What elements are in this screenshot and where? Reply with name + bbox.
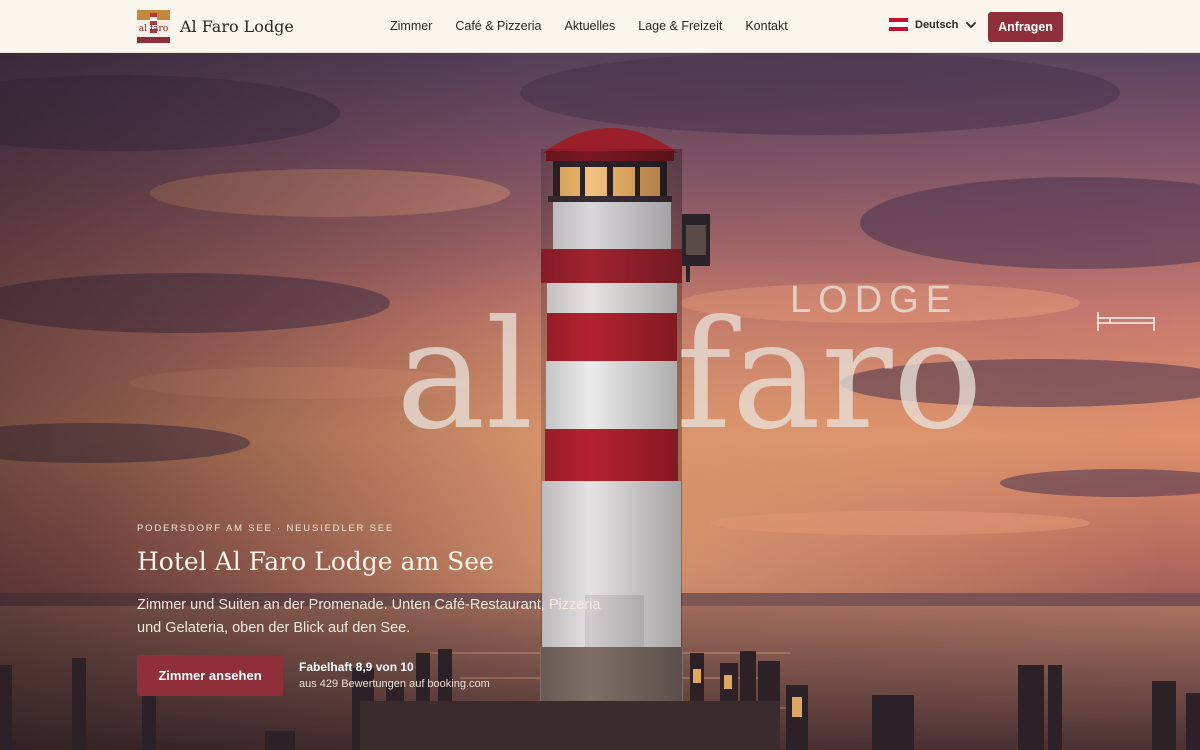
chevron-down-icon	[966, 21, 977, 28]
nav-item-zimmer[interactable]: Zimmer	[390, 19, 432, 33]
nav-item-lage-freizeit[interactable]: Lage & Freizeit	[638, 19, 722, 33]
brand-name: Al Faro Lodge	[180, 17, 294, 36]
hero-lede: Zimmer und Suiten an der Promenade. Unte…	[137, 597, 601, 636]
brand-logo: al faro	[137, 10, 170, 43]
view-rooms-button[interactable]: Zimmer ansehen	[137, 655, 283, 696]
nav-item-cafe-pizzeria[interactable]: Café & Pizzeria	[455, 19, 541, 33]
austria-flag-icon	[889, 18, 908, 31]
brand-link[interactable]: al faro Al Faro Lodge	[137, 10, 294, 43]
nav-item-aktuelles[interactable]: Aktuelles	[565, 19, 616, 33]
site-header: al faro Al Faro Lodge Zimmer Café & Pizz…	[0, 0, 1200, 53]
location-kicker: PODERSDORF AM SEE · NEUSIEDLER SEE	[137, 523, 395, 534]
rating-source: aus 429 Bewertungen auf booking.com	[299, 678, 490, 690]
nav-item-kontakt[interactable]: Kontakt	[745, 19, 787, 33]
hero-background-image	[0, 53, 1200, 750]
language-label: Deutsch	[915, 18, 959, 31]
language-selector[interactable]: Deutsch	[889, 18, 977, 31]
main-nav: Zimmer Café & Pizzeria Aktuelles Lage & …	[390, 19, 788, 33]
hero: LODGE al faro PODERSDORF AM SEE · NEUSIE…	[0, 53, 1200, 750]
hero-title: Hotel Al Faro Lodge am See	[137, 547, 494, 576]
bed-icon	[1097, 312, 1155, 331]
logo-text: al faro	[138, 24, 169, 34]
inquire-button[interactable]: Anfragen	[988, 12, 1063, 42]
rating-score: Fabelhaft 8,9 von 10	[299, 660, 414, 674]
